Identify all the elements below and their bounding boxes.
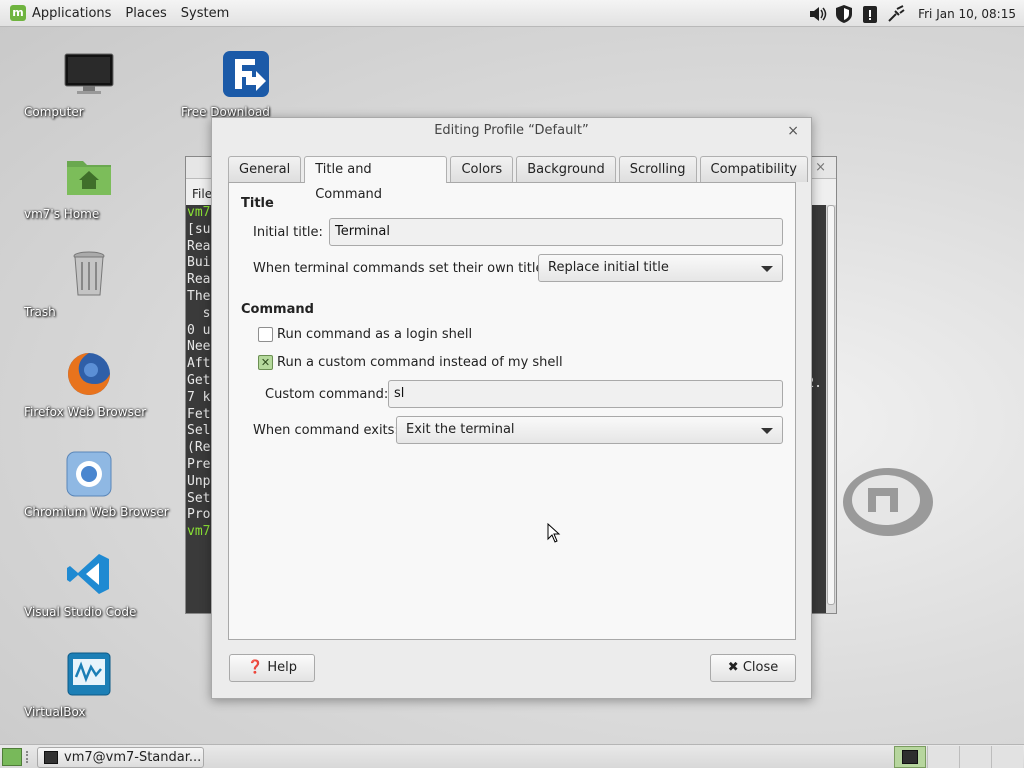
wallpaper-logo [843, 468, 933, 536]
mouse-cursor-icon [547, 523, 561, 543]
tab-bar: General Title and Command Colors Backgro… [228, 156, 811, 202]
desktop-icon-computer[interactable]: Computer [24, 48, 154, 119]
own-titles-select[interactable]: Replace initial title [538, 254, 783, 282]
login-shell-label[interactable]: Run command as a login shell [277, 327, 472, 342]
custom-command-checkbox[interactable]: ✕ [258, 355, 273, 370]
chromium-icon [63, 448, 115, 500]
command-section-heading: Command [241, 302, 314, 317]
tab-compatibility[interactable]: Compatibility [699, 156, 808, 182]
tab-background[interactable]: Background [516, 156, 616, 182]
help-button-label: Help [267, 660, 297, 675]
menu-applications[interactable]: Applications [32, 6, 111, 21]
desktop-icon-label: vm7's Home [24, 207, 100, 221]
own-titles-label: When terminal commands set their own tit… [253, 261, 555, 276]
desktop-icon-vscode[interactable]: Visual Studio Code [24, 548, 154, 619]
taskbar-terminal-label: vm7@vm7-Standar... [64, 750, 202, 765]
firefox-icon [63, 348, 115, 400]
monitor-icon [63, 48, 115, 100]
desktop-icon-label: Firefox Web Browser [24, 405, 147, 419]
chevron-down-icon [761, 266, 773, 272]
workspace-2[interactable] [927, 746, 959, 768]
tab-scrolling[interactable]: Scrolling [618, 156, 697, 182]
terminal-scrollbar[interactable] [826, 205, 836, 613]
chevron-down-icon [761, 428, 773, 434]
home-folder-icon [63, 150, 115, 202]
exit-action-label: When command exits: [253, 423, 399, 438]
workspace-4[interactable] [991, 746, 1023, 768]
desktop-icon-chromium[interactable]: Chromium Web Browser [24, 448, 169, 519]
network-icon[interactable] [886, 4, 906, 24]
terminal-icon [44, 751, 58, 764]
clock[interactable]: Fri Jan 10, 08:15 [918, 7, 1016, 21]
menu-places[interactable]: Places [125, 6, 166, 21]
trash-icon [63, 248, 115, 300]
help-icon: ❓ [247, 660, 264, 675]
close-icon[interactable]: × [787, 118, 799, 144]
own-titles-value: Replace initial title [548, 260, 669, 275]
workspace-1[interactable] [894, 746, 926, 768]
desktop-icon-label: Visual Studio Code [24, 605, 137, 619]
exit-action-select[interactable]: Exit the terminal [396, 416, 783, 444]
initial-title-label: Initial title: [253, 225, 323, 240]
help-button[interactable]: ❓ Help [229, 654, 315, 682]
tab-colors[interactable]: Colors [450, 156, 514, 182]
custom-command-label: Custom command: [265, 387, 389, 402]
menu-system[interactable]: System [181, 6, 229, 21]
profile-dialog: Editing Profile “Default” × General Titl… [211, 117, 812, 699]
volume-icon[interactable] [808, 4, 828, 24]
terminal-menu-file[interactable]: File [192, 187, 212, 201]
workspace-3[interactable] [959, 746, 991, 768]
tab-title-and-command[interactable]: Title and Command [304, 156, 448, 202]
terminal-icon [902, 750, 918, 764]
close-icon: ✖ [727, 660, 739, 675]
custom-command-input[interactable]: sl [388, 380, 783, 408]
shield-icon[interactable] [834, 4, 854, 24]
login-shell-checkbox[interactable] [258, 327, 273, 342]
dialog-titlebar[interactable]: Editing Profile “Default” × [212, 118, 811, 144]
desktop-icon-label: VirtualBox [24, 705, 86, 719]
desktop-icon-label: Chromium Web Browser [24, 505, 169, 519]
taskbar-terminal-button[interactable]: vm7@vm7-Standar... [37, 747, 204, 768]
desktop-icon-label: Computer [24, 105, 84, 119]
desktop-icon-trash[interactable]: Trash [24, 248, 154, 319]
custom-command-check-label[interactable]: Run a custom command instead of my shell [277, 355, 563, 370]
top-panel: m Applications Places System Fri Jan 10,… [0, 0, 1024, 27]
free-download-icon [220, 48, 272, 100]
tab-panel: Title Initial title: Terminal When termi… [228, 182, 796, 640]
desktop-icon-home[interactable]: vm7's Home [24, 150, 154, 221]
bottom-panel: vm7@vm7-Standar... [0, 744, 1024, 768]
update-manager-icon[interactable] [860, 4, 880, 24]
exit-action-value: Exit the terminal [406, 422, 515, 437]
close-icon[interactable]: × [815, 160, 826, 175]
mint-menu-icon[interactable]: m [10, 5, 26, 21]
scrollbar-thumb[interactable] [827, 205, 835, 605]
close-button-label: Close [742, 660, 779, 675]
desktop-icon-virtualbox[interactable]: VirtualBox [24, 648, 154, 719]
show-desktop-icon[interactable] [2, 748, 22, 766]
system-tray: Fri Jan 10, 08:15 [808, 0, 1024, 27]
tab-general[interactable]: General [228, 156, 302, 182]
virtualbox-icon [63, 648, 115, 700]
vscode-icon [63, 548, 115, 600]
title-section-heading: Title [241, 196, 274, 211]
desktop-icon-firefox[interactable]: Firefox Web Browser [24, 348, 154, 419]
panel-separator [26, 751, 34, 763]
dialog-title: Editing Profile “Default” [434, 123, 589, 138]
initial-title-input[interactable]: Terminal [329, 218, 783, 246]
close-button[interactable]: ✖ Close [710, 654, 796, 682]
desktop-icon-label: Trash [24, 305, 56, 319]
desktop-icon-free-download[interactable]: Free Download [181, 48, 311, 119]
